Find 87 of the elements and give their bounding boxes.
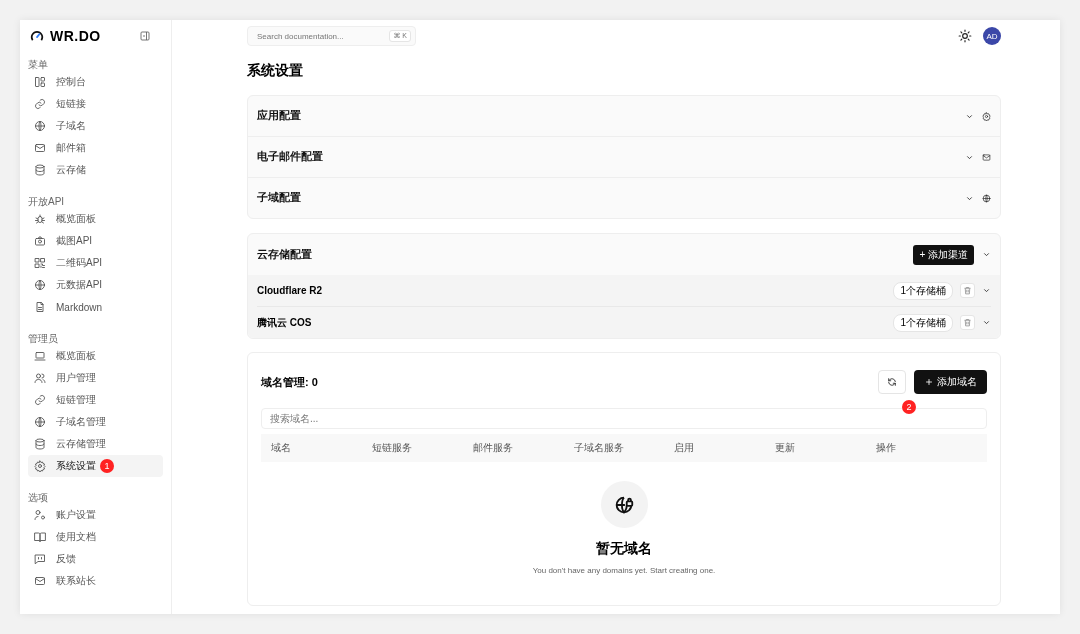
sidebar-item[interactable]: 云存储管理 xyxy=(28,433,163,455)
link-icon xyxy=(34,394,46,406)
marker-badge: 2 xyxy=(902,400,916,414)
camera-icon xyxy=(34,235,46,247)
sidebar-item[interactable]: 反馈 xyxy=(28,548,163,570)
plus-icon xyxy=(924,377,934,387)
bucket-count: 1个存储桶 xyxy=(893,313,953,332)
sidebar-item[interactable]: 账户设置 xyxy=(28,504,163,526)
gauge-logo-icon xyxy=(30,29,44,43)
sidebar-item[interactable]: 云存储 xyxy=(28,159,163,181)
trash-icon xyxy=(963,318,972,327)
marker-badge: 1 xyxy=(100,459,114,473)
empty-title: 暂无域名 xyxy=(596,540,652,558)
message-icon xyxy=(34,553,46,565)
user-gear-icon xyxy=(34,509,46,521)
user-avatar[interactable]: AD xyxy=(983,27,1001,45)
users-icon xyxy=(34,372,46,384)
book-icon xyxy=(34,531,46,543)
section-label: 开放API xyxy=(28,196,66,208)
accordion-header[interactable]: 子域配置 xyxy=(248,177,1000,218)
accordion-title: 子域配置 xyxy=(257,191,301,205)
empty-text: You don't have any domains yet. Start creating one. xyxy=(532,566,716,575)
column-header: 域名 xyxy=(271,441,292,455)
globe-icon xyxy=(982,193,991,203)
mail-icon xyxy=(982,152,991,162)
sidebar-collapse-icon[interactable] xyxy=(139,30,151,42)
file-icon xyxy=(34,301,46,313)
column-header: 短链服务 xyxy=(371,441,413,455)
database-icon xyxy=(34,438,46,450)
sidebar-item[interactable]: Markdown xyxy=(28,296,163,318)
sidebar-item[interactable]: 概览面板 xyxy=(28,208,163,230)
theme-sun-icon[interactable] xyxy=(958,29,972,43)
accordion-title: 云存储配置 xyxy=(257,247,312,262)
chevron-icon[interactable] xyxy=(982,318,991,327)
sidebar-item[interactable]: 短链管理 xyxy=(28,389,163,411)
add-domain-button[interactable]: 添加域名 xyxy=(914,370,987,394)
refresh-button[interactable] xyxy=(878,370,906,394)
sidebar-item[interactable]: 联系站长 xyxy=(28,570,163,592)
layout-icon xyxy=(34,76,46,88)
sidebar-item[interactable]: 控制台 xyxy=(28,71,163,93)
section-title: 域名管理: 0 xyxy=(261,374,318,390)
sidebar-item[interactable]: 截图API xyxy=(28,230,163,252)
laptop-icon xyxy=(34,350,46,362)
column-header: 更新 xyxy=(775,441,797,455)
qr-icon xyxy=(34,257,46,269)
column-header: 子域名服务 xyxy=(573,441,625,455)
sidebar-item[interactable]: 子域名管理 xyxy=(28,411,163,433)
accordion-header[interactable]: 电子邮件配置 xyxy=(248,136,1000,177)
sidebar-item[interactable]: 元数据API xyxy=(28,274,163,296)
page-title: 系统设置 xyxy=(247,62,304,80)
section-label: 管理员 xyxy=(28,333,59,345)
bug-icon xyxy=(34,213,46,225)
chevron-icon[interactable] xyxy=(982,286,991,295)
bucket-count: 1个存储桶 xyxy=(893,281,953,300)
globe-icon xyxy=(34,416,46,428)
chevron-icon[interactable] xyxy=(982,250,991,259)
sidebar-item[interactable]: 概览面板 xyxy=(28,345,163,367)
provider-name: 腾讯云 COS xyxy=(257,315,312,330)
column-header: 邮件服务 xyxy=(472,441,514,455)
accordion-title: 应用配置 xyxy=(257,109,301,123)
sidebar-item[interactable]: 邮件箱 xyxy=(28,137,163,159)
globe-icon xyxy=(34,279,46,291)
add-channel-button[interactable]: + 添加渠道 xyxy=(913,244,974,265)
sidebar-item[interactable]: 使用文档 xyxy=(28,526,163,548)
refresh-icon xyxy=(887,377,897,387)
gear-icon xyxy=(982,111,991,121)
sidebar-item[interactable]: 系统设置 1 xyxy=(28,455,163,477)
mail-icon xyxy=(34,575,46,587)
sidebar-item[interactable]: 用户管理 xyxy=(28,367,163,389)
sidebar-item[interactable]: 子域名 xyxy=(28,115,163,137)
link-icon xyxy=(34,98,46,110)
sidebar-item[interactable]: 短链接 xyxy=(28,93,163,115)
globe-icon xyxy=(34,120,46,132)
column-header: 操作 xyxy=(876,441,898,455)
provider-name: Cloudflare R2 xyxy=(257,285,322,296)
column-header: 启用 xyxy=(674,441,696,455)
section-label: 菜单 xyxy=(28,59,49,71)
globe-lock-icon xyxy=(600,481,648,528)
accordion-title: 电子邮件配置 xyxy=(257,150,323,164)
section-label: 选项 xyxy=(28,492,49,504)
accordion-header[interactable]: 应用配置 xyxy=(248,96,1000,136)
database-icon xyxy=(34,164,46,176)
trash-icon xyxy=(963,286,972,295)
gear-icon xyxy=(34,460,46,472)
brand-name: WR.DO xyxy=(50,28,101,44)
sidebar-item[interactable]: 二维码API xyxy=(28,252,163,274)
mail-icon xyxy=(34,142,46,154)
